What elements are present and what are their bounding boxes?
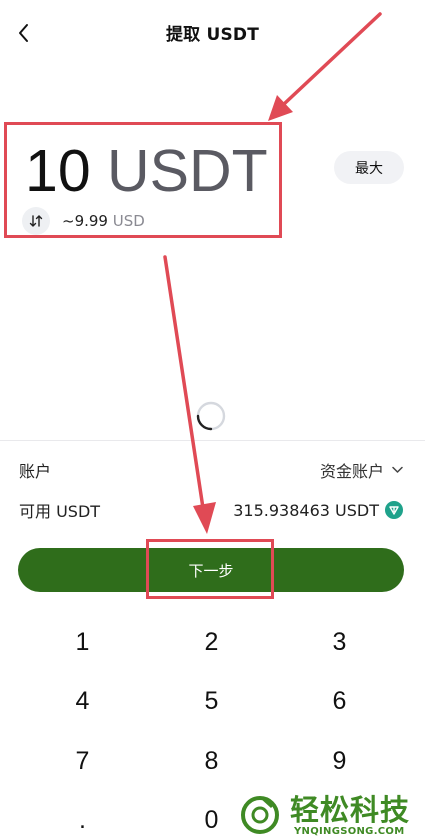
keypad-key-1[interactable]: 1 <box>18 614 147 670</box>
approx-usd-value: ~9.99 USD <box>62 212 145 230</box>
keypad-key-dot[interactable]: . <box>18 792 147 839</box>
watermark-text: 轻松科技 <box>290 793 411 827</box>
watermark-subtext: YNQINGSONG.COM <box>294 826 405 837</box>
keypad-key-7[interactable]: 7 <box>18 733 147 789</box>
arrow-to-next-button <box>163 255 216 534</box>
account-selector[interactable]: 资金账户 <box>320 458 403 482</box>
divider <box>0 440 425 441</box>
available-row: 可用 USDT 315.938463 USDT <box>19 498 403 522</box>
account-value: 资金账户 <box>319 462 384 481</box>
keypad-key-9[interactable]: 9 <box>275 733 404 789</box>
usdt-token-icon <box>385 501 403 519</box>
keypad-key-6[interactable]: 6 <box>275 673 404 729</box>
chevron-down-icon <box>392 466 403 473</box>
amount-currency: USDT <box>107 138 268 204</box>
approx-unit: USD <box>112 212 145 230</box>
swap-currency-button[interactable] <box>22 207 50 235</box>
loading-spinner-icon <box>196 401 226 431</box>
max-button[interactable]: 最大 <box>334 151 404 184</box>
available-value: 315.938463 USDT <box>233 500 379 520</box>
keypad-key-8[interactable]: 8 <box>147 733 276 789</box>
account-row: 账户 资金账户 <box>19 458 403 482</box>
amount-value: 10 <box>25 138 91 204</box>
header: 提取 USDT <box>0 0 425 66</box>
available-balance: 315.938463 USDT <box>233 501 403 520</box>
account-label: 账户 <box>19 462 52 481</box>
amount-highlight-box: 10 USDT ~9.99 USD <box>4 122 282 238</box>
next-step-button[interactable]: 下一步 <box>18 548 404 592</box>
keypad-key-2[interactable]: 2 <box>147 614 276 670</box>
approx-value: ~9.99 <box>62 212 108 230</box>
page-title: 提取 USDT <box>165 25 260 45</box>
available-label: 可用 USDT <box>19 502 101 521</box>
watermark: 轻松科技 YNQINGSONG.COM <box>238 793 425 839</box>
keypad-key-4[interactable]: 4 <box>18 673 147 729</box>
amount-display[interactable]: 10 USDT <box>25 135 268 207</box>
keypad-key-3[interactable]: 3 <box>275 614 404 670</box>
keypad-key-5[interactable]: 5 <box>147 673 276 729</box>
watermark-logo-icon <box>241 796 279 834</box>
swap-arrows-icon <box>29 215 43 227</box>
